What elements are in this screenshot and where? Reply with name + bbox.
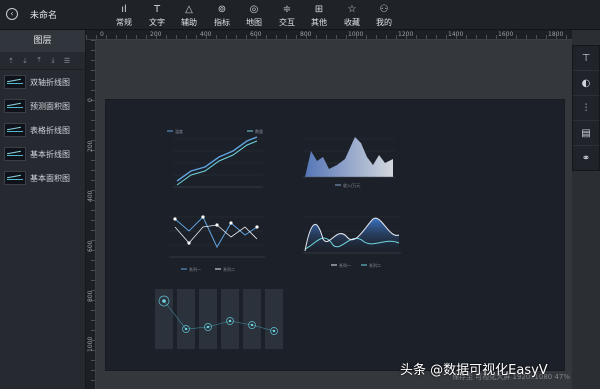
right-tool-panel: ⊤ ◐ ⫶ ▤ ⚭ <box>572 45 600 171</box>
layer-thumbnail <box>4 99 26 113</box>
toolbar-favorites-button[interactable]: ☆ 收藏 <box>338 3 366 28</box>
layer-item[interactable]: 表格折线图 <box>0 118 85 142</box>
move-down-icon[interactable]: ⇣ <box>20 57 30 65</box>
watermark: 头条 @数据可视化EasyV <box>400 363 548 378</box>
back-icon[interactable]: ‹ <box>6 8 18 20</box>
ruler-tick: 400 <box>200 31 212 38</box>
grid-icon: ⊞ <box>314 4 324 15</box>
link-icon[interactable]: ⚭ <box>573 146 599 171</box>
ruler-tick: 1000 <box>348 31 364 38</box>
vertical-ruler: 0 200 400 600 800 1000 <box>86 40 96 389</box>
layer-thumbnail <box>4 75 26 89</box>
star-icon: ☆ <box>347 4 357 15</box>
document-title[interactable]: 未命名 <box>30 8 57 21</box>
layers-panel: 图层 ⇡ ⇣ ⤒ ⤓ ☰ 双轴折线图 预测面积图 表格折线图 基本折线图 基本面… <box>0 30 86 389</box>
legend-label: 收入/万元 <box>343 182 360 188</box>
toolbar-label: 常规 <box>116 18 132 27</box>
layer-item[interactable]: 双轴折线图 <box>0 70 85 94</box>
layer-thumbnail <box>4 171 26 185</box>
ruler-tick: 1600 <box>498 31 514 38</box>
move-top-icon[interactable]: ⤒ <box>34 56 44 65</box>
ruler-tick: 1200 <box>398 31 414 38</box>
shapes-icon: △ <box>185 4 193 15</box>
toolbar-label: 交互 <box>279 18 295 27</box>
legend-label: 系列二 <box>369 262 381 268</box>
ruler-tick: 800 <box>300 31 312 38</box>
layers-toolbar: ⇡ ⇣ ⤒ ⤓ ☰ <box>0 52 85 70</box>
toolbar-auxiliary-button[interactable]: △ 辅助 <box>175 3 203 28</box>
horizontal-ruler: 0 200 400 600 800 1000 1200 1400 1600 18… <box>86 30 572 40</box>
toolbar-label: 收藏 <box>344 18 360 27</box>
layer-label: 基本折线图 <box>30 149 70 159</box>
layer-label: 双轴折线图 <box>30 77 70 87</box>
ruler-tick: 200 <box>87 140 94 152</box>
toolbar-label: 辅助 <box>181 18 197 27</box>
layer-item[interactable]: 基本折线图 <box>0 142 85 166</box>
toolbar-label: 地图 <box>246 18 262 27</box>
layout-icon[interactable]: ▤ <box>573 121 599 146</box>
toolbar-other-button[interactable]: ⊞ 其他 <box>305 3 333 28</box>
toolbar-label: 文字 <box>149 18 165 27</box>
toolbar-mine-button[interactable]: ⚇ 我的 <box>370 3 398 28</box>
text-icon: T <box>153 4 161 15</box>
map-pin-icon: ◎ <box>249 4 259 15</box>
ruler-tick: 200 <box>150 31 162 38</box>
ruler-tick: 0 <box>100 31 104 38</box>
palette-icon[interactable]: ◐ <box>573 71 599 96</box>
ruler-tick: 400 <box>87 190 94 202</box>
legend-label: 系列二 <box>223 266 235 272</box>
ruler-tick: 0 <box>87 98 94 102</box>
layer-label: 表格折线图 <box>30 125 70 135</box>
user-icon: ⚇ <box>379 4 389 15</box>
top-toolbar: ‹ 未命名 ıl 常规 T 文字 △ 辅助 ⊚ 指标 ◎ 地图 ≑ 交互 ⊞ 其… <box>0 0 600 30</box>
toolbar-label: 我的 <box>376 18 392 27</box>
move-up-icon[interactable]: ⇡ <box>6 57 16 65</box>
ruler-tick: 600 <box>87 240 94 252</box>
adjust-icon[interactable]: ⫶ <box>573 96 599 121</box>
bar-chart-icon: ıl <box>121 4 127 15</box>
ruler-tick: 600 <box>250 31 262 38</box>
ruler-tick: 1400 <box>448 31 464 38</box>
legend-label: 数量 <box>255 128 263 134</box>
toolbar-label: 其他 <box>311 18 327 27</box>
legend-label: 温度 <box>175 128 183 134</box>
toolbar-interaction-button[interactable]: ≑ 交互 <box>273 3 301 28</box>
filter-icon[interactable]: ⊤ <box>573 46 599 71</box>
layer-label: 预测面积图 <box>30 101 70 111</box>
design-canvas[interactable]: 温度 数量 收入/万元 系列一 系列二 系列一 系列二 <box>105 99 565 371</box>
sliders-icon: ≑ <box>282 4 292 15</box>
toolbar-text-button[interactable]: T 文字 <box>143 3 171 28</box>
layers-title: 图层 <box>0 30 85 52</box>
list-icon[interactable]: ☰ <box>62 57 72 65</box>
layer-item[interactable]: 预测面积图 <box>0 94 85 118</box>
layer-thumbnail <box>4 123 26 137</box>
layer-thumbnail <box>4 147 26 161</box>
indicator-icon: ⊚ <box>217 4 227 15</box>
move-bottom-icon[interactable]: ⤓ <box>48 56 58 65</box>
toolbar-map-button[interactable]: ◎ 地图 <box>240 3 268 28</box>
toolbar-general-button[interactable]: ıl 常规 <box>110 3 138 28</box>
toolbar-indicator-button[interactable]: ⊚ 指标 <box>208 3 236 28</box>
layer-label: 基本面积图 <box>30 173 70 183</box>
legend-label: 系列一 <box>189 266 201 272</box>
ruler-tick: 1800 <box>548 31 564 38</box>
ruler-tick: 1000 <box>87 336 94 352</box>
layer-item[interactable]: 基本面积图 <box>0 166 85 190</box>
legend-label: 系列一 <box>339 262 351 268</box>
toolbar-label: 指标 <box>214 18 230 27</box>
ruler-tick: 800 <box>87 290 94 302</box>
